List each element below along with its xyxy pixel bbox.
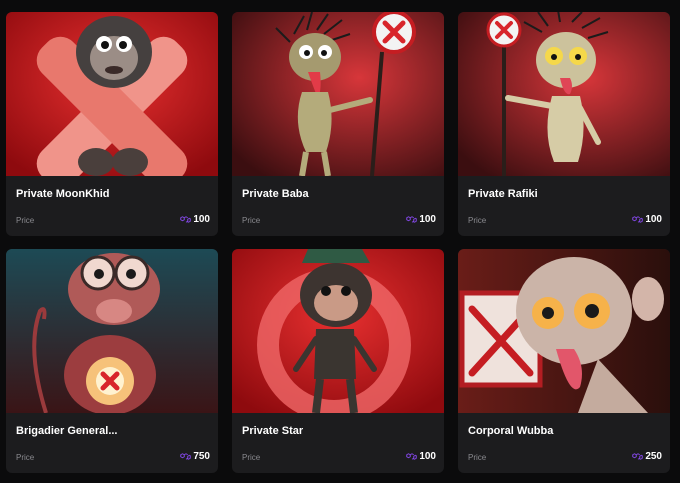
- polygon-icon: [406, 215, 418, 223]
- nft-name: Private Baba: [242, 188, 309, 200]
- price-label: Price: [16, 453, 35, 462]
- price: 250: [632, 450, 662, 462]
- price-label: Price: [468, 453, 487, 462]
- price-label: Price: [468, 216, 487, 225]
- nft-artwork: [6, 12, 218, 176]
- polygon-icon: [632, 215, 644, 223]
- price: 100: [180, 213, 210, 225]
- nft-artwork: [232, 249, 444, 413]
- nft-name: Private Star: [242, 425, 304, 437]
- nft-card[interactable]: Private MoonKhid Price 100: [6, 12, 218, 236]
- nft-card[interactable]: Private Star Price 100: [232, 249, 444, 473]
- nft-name: Corporal Wubba: [468, 425, 554, 437]
- nft-card[interactable]: Private Baba Price 100: [232, 12, 444, 236]
- nft-name: Brigadier General...: [16, 425, 118, 437]
- price-value: 100: [645, 213, 662, 225]
- price-value: 100: [419, 213, 436, 225]
- nft-artwork: [6, 249, 218, 413]
- price-label: Price: [242, 216, 261, 225]
- nft-name: Private Rafiki: [468, 188, 538, 200]
- price-value: 100: [419, 450, 436, 462]
- nft-name: Private MoonKhid: [16, 188, 110, 200]
- polygon-icon: [632, 452, 644, 460]
- nft-artwork: [458, 249, 670, 413]
- price: 100: [406, 450, 436, 462]
- nft-artwork: [458, 12, 670, 176]
- price-label: Price: [16, 216, 35, 225]
- price: 100: [632, 213, 662, 225]
- price-value: 750: [193, 450, 210, 462]
- nft-artwork: [232, 12, 444, 176]
- polygon-icon: [180, 215, 192, 223]
- polygon-icon: [180, 452, 192, 460]
- price-value: 250: [645, 450, 662, 462]
- price-value: 100: [193, 213, 210, 225]
- polygon-icon: [406, 452, 418, 460]
- nft-grid: Private MoonKhid Price 100 Private Baba …: [0, 0, 680, 483]
- nft-card[interactable]: Private Rafiki Price 100: [458, 12, 670, 236]
- nft-card[interactable]: Brigadier General... Price 750: [6, 249, 218, 473]
- price: 750: [180, 450, 210, 462]
- price-label: Price: [242, 453, 261, 462]
- price: 100: [406, 213, 436, 225]
- nft-card[interactable]: Corporal Wubba Price 250: [458, 249, 670, 473]
